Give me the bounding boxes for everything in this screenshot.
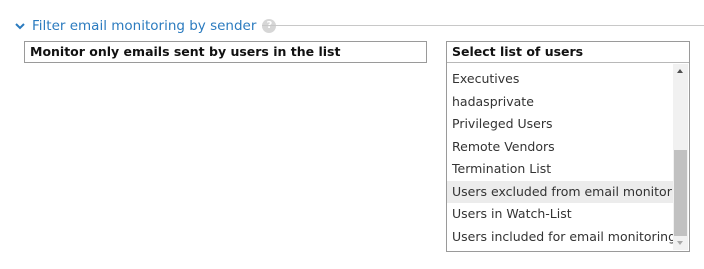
filter-mode-field[interactable]: Monitor only emails sent by users in the… — [24, 41, 427, 63]
help-icon[interactable]: ? — [262, 19, 277, 33]
chevron-down-icon[interactable] — [14, 20, 26, 32]
list-item[interactable]: Remote Vendors — [447, 136, 673, 159]
list-item[interactable]: Users in Watch-List — [447, 203, 673, 226]
user-list-header: Select list of users — [447, 42, 689, 63]
list-item[interactable]: hadasprivate — [447, 91, 673, 114]
user-list-items: Executives hadasprivate Privileged Users… — [447, 64, 673, 248]
list-item-selected[interactable]: Users excluded from email monitoring — [447, 180, 673, 203]
section-header[interactable]: Filter email monitoring by sender ? — [14, 15, 277, 37]
arrow-up-icon — [677, 69, 683, 73]
list-item[interactable]: Termination List — [447, 158, 673, 181]
list-item[interactable]: Users included for email monitoring — [447, 226, 673, 249]
list-scrollbar[interactable] — [673, 64, 688, 250]
arrow-down-icon — [677, 241, 683, 245]
user-list-select[interactable]: Select list of users Executives hadaspri… — [446, 41, 690, 252]
scroll-thumb[interactable] — [674, 150, 687, 236]
list-item[interactable]: Executives — [447, 68, 673, 91]
scroll-up-button[interactable] — [673, 64, 688, 78]
list-item[interactable]: Privileged Users — [447, 113, 673, 136]
scroll-down-button[interactable] — [673, 236, 688, 250]
section-divider — [262, 25, 704, 26]
section-title[interactable]: Filter email monitoring by sender — [32, 18, 256, 34]
